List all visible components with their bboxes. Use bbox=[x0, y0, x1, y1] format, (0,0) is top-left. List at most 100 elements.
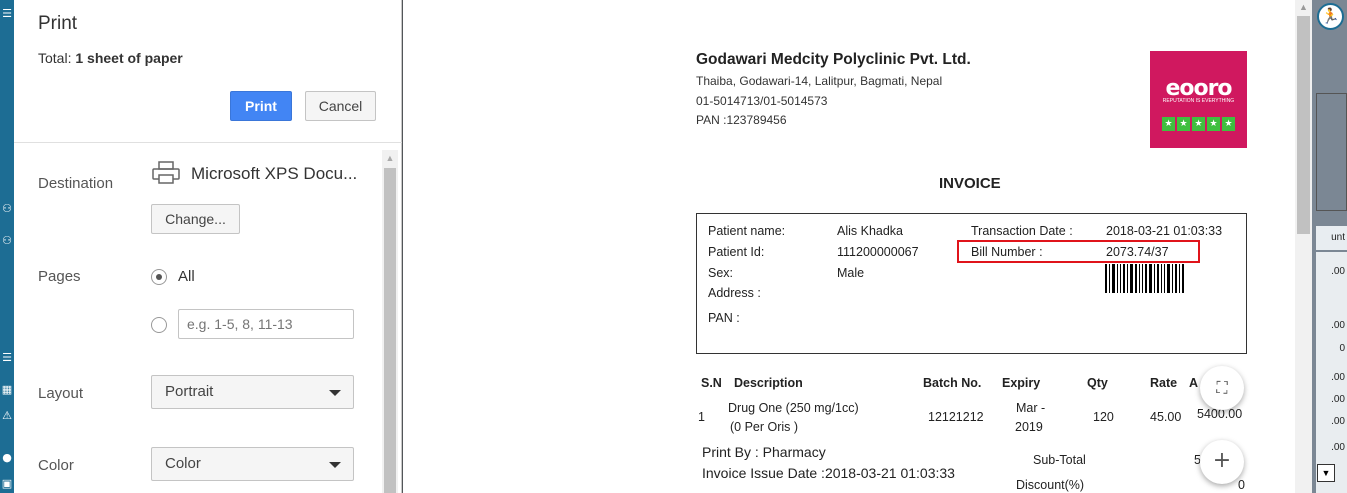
subtotal-label: Sub-Total bbox=[1033, 453, 1086, 467]
color-select-value: Color bbox=[165, 455, 201, 472]
background-panel bbox=[1316, 93, 1347, 211]
sex-value: Male bbox=[837, 266, 865, 280]
layout-select-value: Portrait bbox=[165, 383, 214, 400]
pages-all-radio[interactable] bbox=[151, 269, 167, 285]
preview-scrollbar[interactable]: ▲ bbox=[1295, 0, 1312, 493]
barcode-bar bbox=[1167, 264, 1170, 293]
barcode-bar bbox=[1117, 264, 1118, 293]
background-app-edge: 🏃 unt .00 .00 0 .00 .00 .00 .00 ▼ bbox=[1312, 0, 1347, 493]
row-description-line2: (0 Per Oris ) bbox=[730, 420, 799, 434]
group-icon[interactable]: ⚇ bbox=[0, 235, 14, 247]
barcode-bar bbox=[1145, 264, 1147, 293]
barcode-bar bbox=[1139, 264, 1140, 293]
discount-value: 0 bbox=[1238, 478, 1245, 492]
background-value: .00 bbox=[1331, 416, 1345, 427]
fullscreen-icon[interactable]: ⛶ bbox=[1200, 366, 1244, 410]
row-batch: 12121212 bbox=[928, 410, 984, 424]
invoice-issue-date: Invoice Issue Date :2018-03-21 01:03:33 bbox=[702, 465, 955, 481]
barcode-bar bbox=[1120, 264, 1121, 293]
star-icon: ★ bbox=[1222, 117, 1235, 131]
print-by: Print By : Pharmacy bbox=[702, 444, 826, 460]
chevron-down-icon bbox=[329, 462, 341, 468]
users-icon[interactable]: ⚇ bbox=[0, 203, 14, 215]
barcode-bar bbox=[1123, 264, 1125, 293]
logo-stars: ★ ★ ★ ★ ★ bbox=[1162, 117, 1235, 131]
layout-select[interactable]: Portrait bbox=[151, 375, 354, 409]
discount-label: Discount(%) bbox=[1016, 478, 1085, 492]
total-sheets: Total: 1 sheet of paper bbox=[38, 50, 183, 66]
star-icon: ★ bbox=[1192, 117, 1205, 131]
panel-title: Print bbox=[38, 13, 78, 34]
barcode-bar bbox=[1182, 264, 1184, 293]
pan-label: PAN : bbox=[708, 311, 740, 325]
menu-icon[interactable]: ☰ bbox=[0, 8, 14, 20]
barcode-bar bbox=[1164, 264, 1165, 293]
barcode-bar bbox=[1130, 264, 1133, 293]
bill-number-value: 2073.74/37 bbox=[1106, 245, 1169, 259]
background-header-fragment: unt bbox=[1331, 232, 1345, 243]
background-value: .00 bbox=[1331, 372, 1345, 383]
total-label: Total: bbox=[38, 50, 72, 66]
company-logo: eooro REPUTATION IS EVERYTHING ★ ★ ★ ★ ★ bbox=[1150, 51, 1247, 148]
company-name: Godawari Medcity Polyclinic Pvt. Ltd. bbox=[696, 51, 971, 68]
total-value: 1 sheet of paper bbox=[75, 50, 183, 66]
cancel-button[interactable]: Cancel bbox=[305, 91, 376, 121]
color-select[interactable]: Color bbox=[151, 447, 354, 481]
pages-custom-radio[interactable] bbox=[151, 317, 167, 333]
chevron-down-icon bbox=[329, 390, 341, 396]
col-sn: S.N bbox=[701, 376, 722, 390]
barcode-bar bbox=[1179, 264, 1180, 293]
company-address: Thaiba, Godawari-14, Lalitpur, Bagmati, … bbox=[696, 74, 943, 88]
invoice-title: INVOICE bbox=[939, 175, 1001, 192]
background-dropdown[interactable]: ▼ bbox=[1317, 464, 1335, 482]
patient-info-box: Patient name: Alis Khadka Patient Id: 11… bbox=[696, 213, 1247, 354]
background-value: .00 bbox=[1331, 266, 1345, 277]
transaction-date-label: Transaction Date : bbox=[971, 224, 1073, 238]
settings-icon[interactable]: ▣ bbox=[0, 478, 14, 490]
row-qty: 120 bbox=[1093, 410, 1114, 424]
barcode bbox=[1105, 264, 1203, 293]
row-expiry-line2: 2019 bbox=[1015, 420, 1043, 434]
change-destination-button[interactable]: Change... bbox=[151, 204, 240, 234]
bill-number-label: Bill Number : bbox=[971, 245, 1043, 259]
print-button[interactable]: Print bbox=[230, 91, 292, 121]
barcode-bar bbox=[1135, 264, 1137, 293]
barcode-bar bbox=[1149, 264, 1152, 293]
col-expiry: Expiry bbox=[1002, 376, 1041, 390]
zoom-in-plus-icon[interactable]: + bbox=[1200, 440, 1244, 484]
layout-label: Layout bbox=[38, 385, 84, 402]
list-icon[interactable]: ☰ bbox=[0, 352, 14, 364]
company-phone: 01-5014713/01-5014573 bbox=[696, 94, 828, 108]
barcode-bar bbox=[1109, 264, 1110, 293]
col-batch: Batch No. bbox=[923, 376, 982, 390]
background-value: .00 bbox=[1331, 320, 1345, 331]
barcode-bar bbox=[1157, 264, 1159, 293]
patient-id-value: 111200000067 bbox=[837, 245, 919, 259]
barcode-bar bbox=[1142, 264, 1143, 293]
logo-tagline: REPUTATION IS EVERYTHING bbox=[1162, 98, 1235, 104]
scroll-up-icon[interactable]: ▲ bbox=[1295, 0, 1312, 16]
sex-label: Sex: bbox=[708, 266, 734, 280]
destination-value: Microsoft XPS Docu... bbox=[191, 164, 358, 183]
avatar[interactable]: 🏃 bbox=[1317, 3, 1344, 30]
star-icon: ★ bbox=[1207, 117, 1220, 131]
row-sn: 1 bbox=[698, 410, 705, 424]
app-sidebar-strip: ☰ ⚇ ⚇ ☰ ▦ ⚠ ● ▣ bbox=[0, 0, 14, 493]
address-label: Address : bbox=[708, 286, 761, 300]
pages-range-input[interactable] bbox=[178, 309, 354, 339]
calendar-icon[interactable]: ▦ bbox=[0, 384, 14, 396]
panel-scrollbar-thumb[interactable] bbox=[384, 168, 396, 493]
preview-scrollbar-thumb[interactable] bbox=[1297, 16, 1310, 234]
scroll-up-icon[interactable]: ▲ bbox=[382, 150, 398, 166]
barcode-bar bbox=[1105, 264, 1107, 293]
row-description-line1: Drug One (250 mg/1cc) bbox=[728, 401, 859, 415]
row-rate: 45.00 bbox=[1150, 410, 1182, 424]
barcode-bar bbox=[1127, 264, 1128, 293]
printer-icon bbox=[152, 161, 180, 184]
star-icon: ★ bbox=[1162, 117, 1175, 131]
user-icon[interactable]: ● bbox=[0, 452, 14, 464]
warning-icon[interactable]: ⚠ bbox=[0, 410, 14, 422]
print-preview-page: Godawari Medcity Polyclinic Pvt. Ltd. Th… bbox=[403, 0, 1295, 493]
panel-divider bbox=[14, 142, 402, 143]
star-icon: ★ bbox=[1177, 117, 1190, 131]
